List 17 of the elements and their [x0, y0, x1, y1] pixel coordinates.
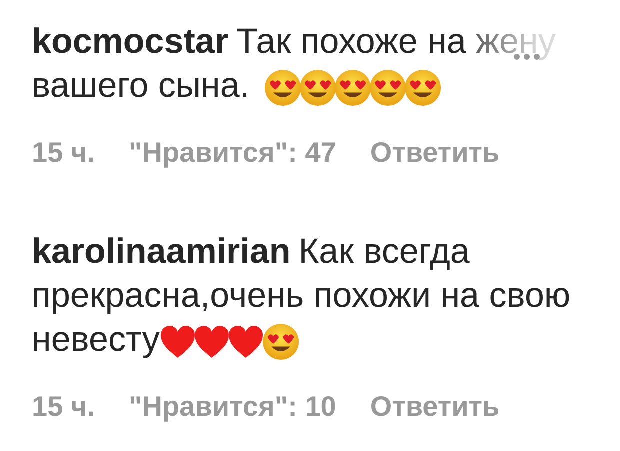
heart-eyes-face-icon [298, 68, 337, 107]
time-label: 15 ч. [32, 390, 95, 424]
heart-eyes-face-icon [262, 322, 300, 361]
reply-link[interactable]: Ответить [370, 390, 500, 424]
heart-icon [160, 324, 196, 359]
heart-icon [194, 324, 230, 359]
heart-eyes-face-icon [404, 68, 442, 107]
heart-eyes-face-icon [264, 68, 302, 107]
heart-icon [228, 324, 264, 359]
likes-count[interactable]: "Нравится": 47 [128, 136, 336, 170]
username-link[interactable]: karolinaamirian [32, 232, 291, 271]
username-link[interactable]: kocmocstar [32, 22, 228, 61]
heart-eyes-face-icon [334, 68, 372, 107]
likes-count[interactable]: "Нравится": 10 [128, 390, 336, 424]
time-label: 15 ч. [32, 136, 95, 170]
heart-eyes-face-icon [368, 68, 407, 107]
reply-link[interactable]: Ответить [370, 136, 500, 170]
